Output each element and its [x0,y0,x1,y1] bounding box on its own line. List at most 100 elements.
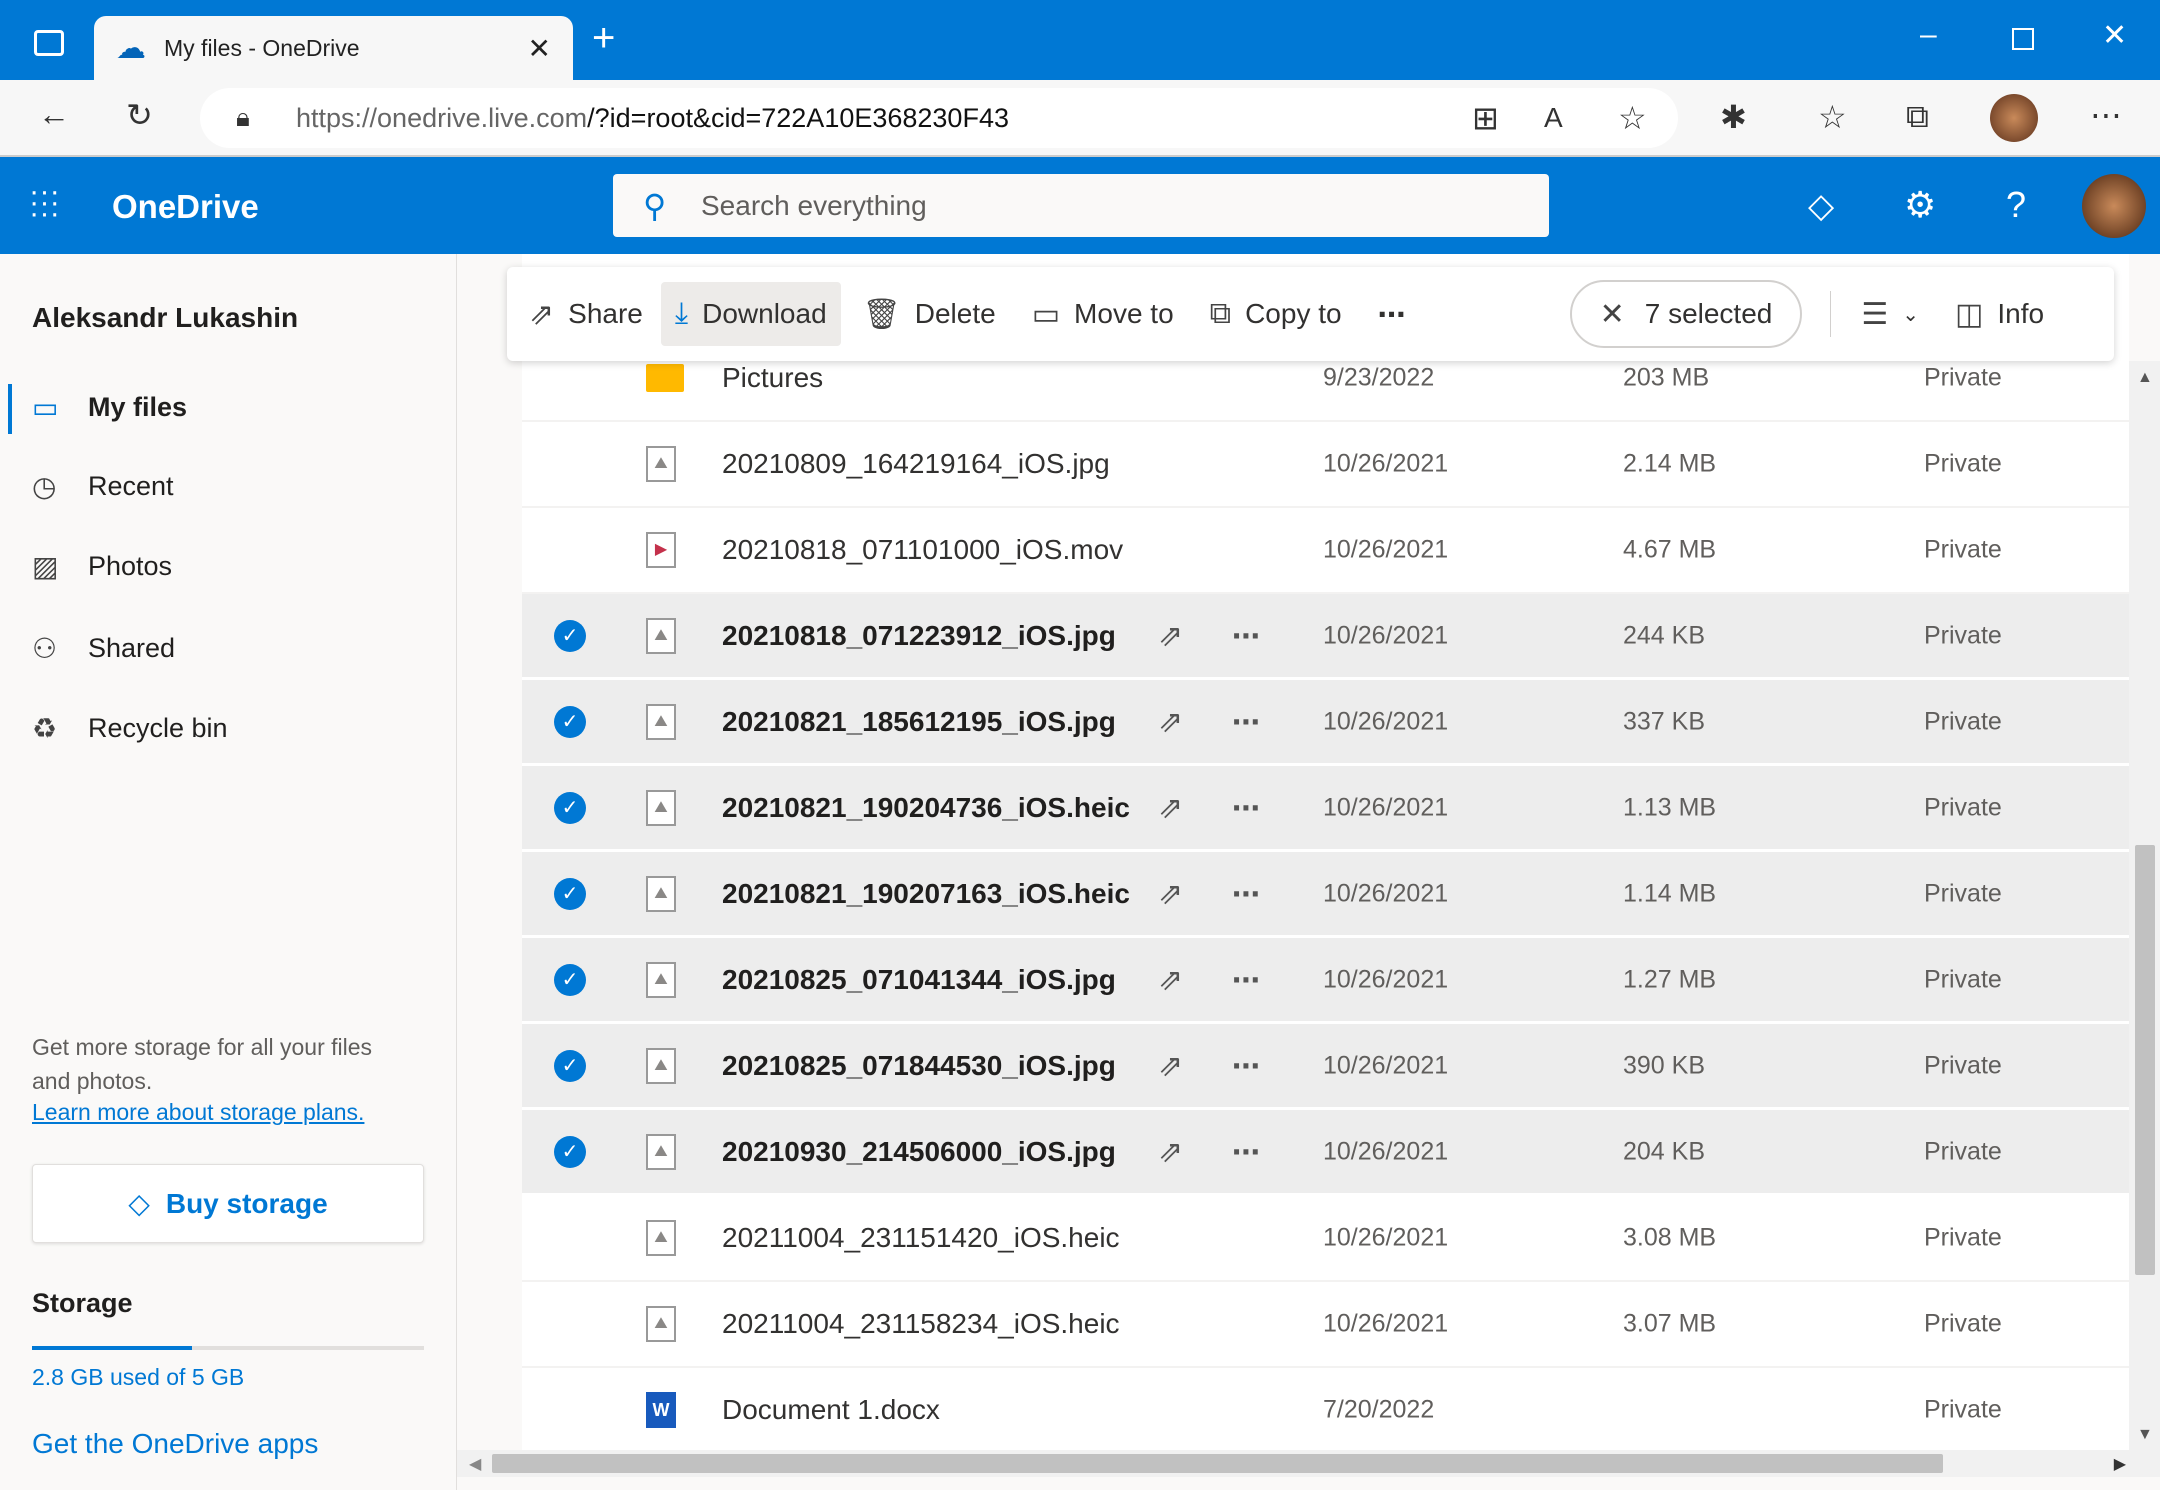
move-to-button[interactable]: ▭ Move to [1018,282,1188,346]
sidebar-item-photos[interactable]: ▨ Photos [32,541,172,591]
download-button[interactable]: ⤓ Download [660,282,841,346]
add-favorite-icon[interactable]: ☆ [1618,99,1647,137]
premium-diamond-icon[interactable]: ◇ [1808,186,1834,226]
close-tab-icon[interactable]: ✕ [528,32,551,65]
file-name[interactable]: 20210821_185612195_iOS.jpg [722,706,1116,738]
search-input[interactable]: ⚲ Search everything [613,174,1549,237]
refresh-icon[interactable]: ↻ [126,96,153,134]
more-icon[interactable]: ⋯ [1232,619,1260,652]
file-name[interactable]: 20210809_164219164_iOS.jpg [722,448,1110,480]
view-options-button[interactable]: ☰ ⌄ [1847,282,1933,346]
selected-checkmark-icon[interactable]: ✓ [554,705,586,738]
new-tab-icon[interactable]: + [592,16,615,61]
get-apps-link[interactable]: Get the OneDrive apps [32,1428,318,1460]
scroll-right-icon[interactable]: ▶ [2114,1454,2126,1474]
more-icon[interactable]: ⋯ [1232,963,1260,996]
collections-icon[interactable]: ⧉ [1906,98,1929,136]
extensions-icon[interactable]: ✱ [1720,98,1747,136]
trash-icon: 🗑︎ [862,297,901,331]
sidebar-item-my-files[interactable]: ▭ My files [32,382,187,432]
share-icon[interactable]: ⇗ [1158,876,1183,911]
storage-used-link[interactable]: 2.8 GB used of 5 GB [32,1364,244,1391]
file-row[interactable]: ▶ 20210818_071101000_iOS.mov 10/26/2021 4.6… [522,508,2129,594]
help-icon[interactable]: ? [2006,184,2026,226]
more-icon[interactable]: ⋯ [1232,1049,1260,1082]
selected-checkmark-icon[interactable]: ✓ [554,1135,586,1168]
minimize-icon[interactable]: – [1920,18,1937,52]
back-icon[interactable]: ← [38,96,70,133]
file-name[interactable]: 20211004_231158234_iOS.heic [722,1308,1120,1340]
file-row[interactable]: ✓ ⛰ 20210825_071041344_iOS.jpg ⇗ ⋯ 10/26/2021… [522,938,2129,1024]
more-icon[interactable]: ⋯ [2090,96,2122,134]
browser-tab[interactable]: ☁ My files - OneDrive ✕ [94,16,573,80]
lock-icon[interactable]: 🔒︎ [236,102,250,134]
more-icon[interactable]: ⋯ [1232,791,1260,824]
copy-to-button[interactable]: ⧉ Copy to [1196,282,1356,346]
file-row[interactable]: W Document 1.docx 7/20/2022 Private [522,1368,2129,1450]
file-name[interactable]: Document 1.docx [722,1394,940,1426]
delete-button[interactable]: 🗑︎ Delete [849,282,1010,346]
sidebar-item-shared[interactable]: ⚇ Shared [32,623,175,673]
file-row[interactable]: ✓ ⛰ 20210821_190204736_iOS.heic ⇗ ⋯ 10/26/202… [522,766,2129,852]
share-icon[interactable]: ⇗ [1158,962,1183,997]
vertical-scroll-thumb[interactable] [2135,845,2155,1275]
share-button[interactable]: ⇗ Share [515,282,657,346]
file-row[interactable]: ✓ ⛰ 20210821_190207163_iOS.heic ⇗ ⋯ 10/26/202… [522,852,2129,938]
info-button[interactable]: ◫ Info [1941,282,2058,346]
read-aloud-icon[interactable]: A [1544,102,1563,134]
app-launcher-icon[interactable]: ∙∙∙ ∙∙∙ ∙∙∙ [30,177,61,229]
scroll-up-icon[interactable]: ▲ [2137,369,2153,387]
file-name[interactable]: 20210825_071041344_iOS.jpg [722,964,1116,996]
file-name[interactable]: 20210821_190204736_iOS.heic [722,792,1130,824]
app-title[interactable]: OneDrive [112,188,259,226]
tab-actions-icon[interactable] [34,30,64,56]
horizontal-scroll-thumb[interactable] [492,1454,1943,1473]
vertical-scrollbar[interactable]: ▲ ▼ [2129,361,2160,1450]
selected-checkmark-icon[interactable]: ✓ [554,791,586,824]
sidebar-item-recycle-bin[interactable]: ♻ Recycle bin [32,703,228,753]
selected-checkmark-icon[interactable]: ✓ [554,619,586,652]
share-icon[interactable]: ⇗ [1158,618,1183,653]
address-bar[interactable]: 🔒︎ https://onedrive.live.com/?id=root&ci… [200,88,1678,148]
file-row[interactable]: ✓ ⛰ 20210930_214506000_iOS.jpg ⇗ ⋯ 10/26/2021… [522,1110,2129,1196]
browser-profile-avatar[interactable] [1990,94,2038,142]
file-name[interactable]: 20211004_231151420_iOS.heic [722,1222,1120,1254]
selected-checkmark-icon[interactable]: ✓ [554,877,586,910]
buy-storage-button[interactable]: ◇ Buy storage [32,1164,424,1243]
clear-selection-button[interactable]: ✕ 7 selected [1569,280,1803,348]
file-row[interactable]: ✓ ⛰ 20210821_185612195_iOS.jpg ⇗ ⋯ 10/26/2021… [522,680,2129,766]
file-name[interactable]: 20210825_071844530_iOS.jpg [722,1050,1116,1082]
scroll-left-icon[interactable]: ◀ [469,1454,481,1474]
selected-checkmark-icon[interactable]: ✓ [554,1049,586,1082]
file-name[interactable]: 20210818_071101000_iOS.mov [722,534,1123,566]
maximize-icon[interactable] [2012,28,2034,50]
scroll-down-icon[interactable]: ▼ [2137,1426,2153,1444]
favorites-icon[interactable]: ☆ [1818,98,1847,136]
apps-icon[interactable]: ⊞ [1472,99,1499,137]
share-icon[interactable]: ⇗ [1158,704,1183,739]
file-row[interactable]: ✓ ⛰ 20210825_071844530_iOS.jpg ⇗ ⋯ 10/26/2021… [522,1024,2129,1110]
file-row[interactable]: ⛰ 20211004_231151420_iOS.heic 10/26/2021 3.… [522,1196,2129,1282]
storage-plans-link[interactable]: Learn more about storage plans. [32,1099,364,1126]
file-row[interactable]: ⛰ 20211004_231158234_iOS.heic 10/26/2021 3.… [522,1282,2129,1368]
file-row[interactable]: ⛰ 20210809_164219164_iOS.jpg 10/26/2021 2.1… [522,422,2129,508]
file-name[interactable]: 20210818_071223912_iOS.jpg [722,620,1116,652]
file-row[interactable]: ✓ ⛰ 20210818_071223912_iOS.jpg ⇗ ⋯ 10/26/2021… [522,594,2129,680]
share-icon[interactable]: ⇗ [1158,790,1183,825]
more-actions-button[interactable]: ⋯ [1364,282,1420,346]
more-icon[interactable]: ⋯ [1232,1135,1260,1168]
more-icon[interactable]: ⋯ [1232,705,1260,738]
file-name[interactable]: Pictures [722,362,823,394]
file-name[interactable]: 20210930_214506000_iOS.jpg [722,1136,1116,1168]
selected-checkmark-icon[interactable]: ✓ [554,963,586,996]
more-icon[interactable]: ⋯ [1232,877,1260,910]
close-window-icon[interactable]: ✕ [2102,18,2127,53]
share-icon[interactable]: ⇗ [1158,1134,1183,1169]
sharing-status: Private [1924,621,2002,649]
horizontal-scrollbar[interactable]: ◀ ▶ [457,1450,2160,1477]
account-avatar[interactable] [2082,174,2146,238]
file-name[interactable]: 20210821_190207163_iOS.heic [722,878,1130,910]
sidebar-item-recent[interactable]: ◷ Recent [32,461,174,511]
settings-gear-icon[interactable]: ⚙ [1904,184,1936,226]
share-icon[interactable]: ⇗ [1158,1048,1183,1083]
